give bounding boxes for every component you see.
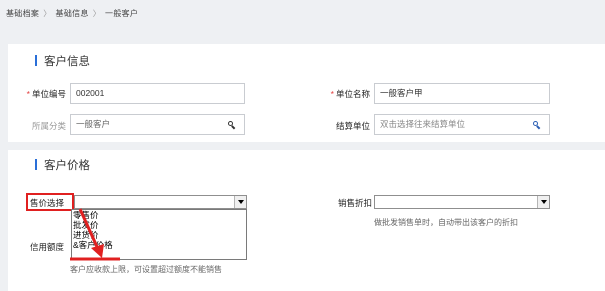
breadcrumb-item-general-customer: 一般客户	[105, 9, 139, 18]
category-label: 所属分类	[31, 121, 66, 131]
section-accent-bar	[35, 55, 37, 66]
price-select-label: 售价选择	[30, 198, 65, 208]
credit-limit-label: 信用额度	[30, 242, 65, 252]
chevron-down-icon[interactable]	[234, 196, 246, 208]
required-marker: *	[330, 89, 334, 99]
search-icon[interactable]	[533, 121, 541, 130]
chevron-right-icon: 〉	[92, 9, 102, 18]
unit-code-field[interactable]: 002001	[70, 83, 245, 104]
sales-discount-hint: 做批发销售单时，自动带出该客户的折扣	[374, 218, 518, 227]
unit-name-label: * 单位名称	[330, 89, 370, 99]
settle-unit-field[interactable]: 双击选择往来结算单位	[374, 114, 550, 135]
sales-discount-select[interactable]	[374, 195, 550, 209]
customer-price-title: 客户价格	[44, 160, 90, 172]
section-accent-bar	[35, 159, 37, 170]
breadcrumb-item-basic-info[interactable]: 基础信息	[56, 9, 89, 18]
chevron-down-icon[interactable]	[537, 196, 549, 208]
category-value: 一般客户	[76, 119, 111, 129]
customer-info-title: 客户信息	[44, 56, 90, 68]
category-field[interactable]: 一般客户	[70, 114, 245, 135]
credit-limit-hint: 客户应收款上限，可设置超过额度不能销售	[70, 265, 222, 274]
chevron-right-icon: 〉	[43, 9, 52, 18]
search-icon[interactable]	[228, 121, 236, 130]
unit-code-label: * 单位编号	[26, 89, 66, 99]
annotation-arrow	[70, 208, 120, 261]
breadcrumb: 基础档案〉基础信息〉一般客户	[6, 8, 138, 19]
unit-name-field[interactable]: 一般客户甲	[374, 83, 550, 104]
required-marker: *	[26, 89, 30, 99]
settle-unit-placeholder: 双击选择往来结算单位	[380, 119, 466, 129]
settle-unit-label: 结算单位	[335, 121, 370, 131]
breadcrumb-item-archive[interactable]: 基础档案	[6, 9, 39, 18]
sales-discount-label: 销售折扣	[337, 198, 372, 208]
